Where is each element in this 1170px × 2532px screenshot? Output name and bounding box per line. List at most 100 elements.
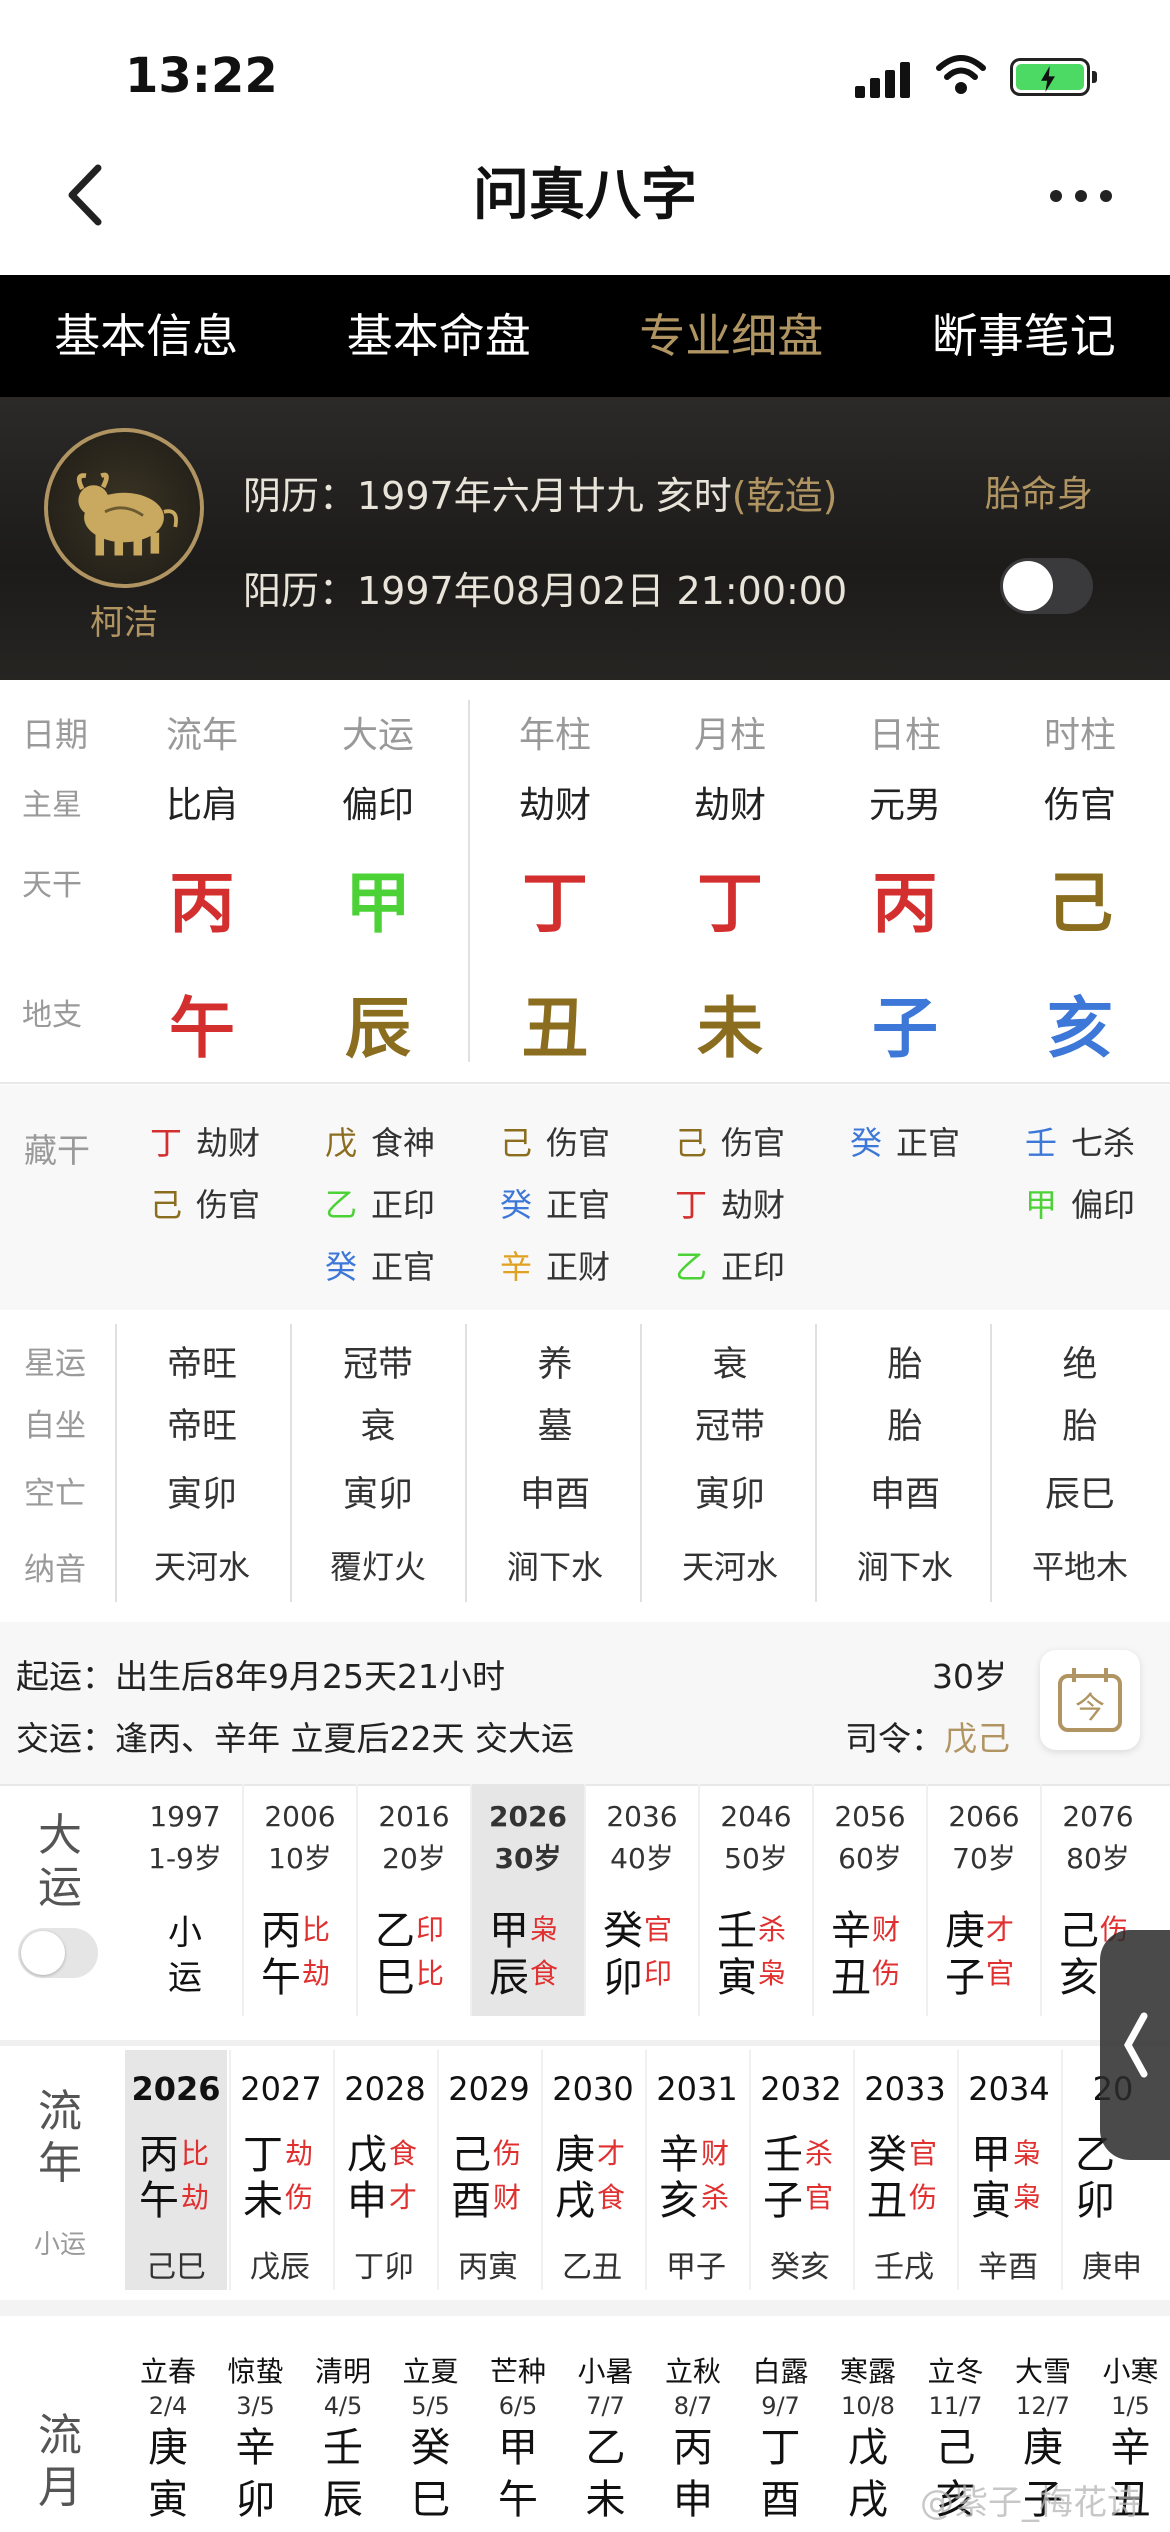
calendar-char: 今 <box>1075 1691 1105 1726</box>
canggan-stem: 己 <box>500 1124 533 1162</box>
liunian-zhi: 申 <box>347 2178 387 2224</box>
liuyue-item[interactable]: 小暑 7/7 乙未 <box>563 2350 649 2524</box>
xingyun-cell: 帝旺 <box>166 1345 237 1385</box>
watermark: @紫子_梅花诗 <box>920 2483 1141 2523</box>
liunian-xiaoyun: 辛酉 <box>978 2250 1038 2285</box>
dayun-year: 2016 <box>378 1800 450 1833</box>
liunian-xiaoyun: 壬戌 <box>874 2250 934 2285</box>
liuyue-zhi: 巳 <box>410 2477 451 2523</box>
liuyue-gan: 乙 <box>585 2425 626 2471</box>
calendar-icon: 今 <box>1058 1668 1122 1732</box>
cellular-signal-icon <box>855 60 913 98</box>
liuyue-jieqi: 清明 <box>314 2355 371 2388</box>
pillar-header: 年柱 <box>518 715 591 756</box>
canggan-item: 乙正印 <box>325 1180 435 1226</box>
liuyue-jieqi: 寒露 <box>839 2355 896 2388</box>
canggan-stem: 癸 <box>325 1248 358 1286</box>
canggan-item: 癸正官 <box>850 1118 960 1164</box>
liunian-shishen: 才 <box>389 2181 418 2214</box>
dayun-zhi: 巳 <box>375 1955 415 2001</box>
pillar-main-star: 劫财 <box>518 785 591 826</box>
pillar-dizhi: 丑 <box>522 990 588 1067</box>
liuyue-zhi: 午 <box>498 2477 538 2523</box>
xingyun-cell: 衰 <box>360 1407 396 1447</box>
pillar-main-star: 比肩 <box>165 785 238 826</box>
liunian-zhi: 寅 <box>971 2178 1011 2224</box>
liunian-shishen: 劫 <box>285 2137 314 2170</box>
liuyue-item[interactable]: 立春 2/4 庚寅 <box>125 2350 211 2524</box>
ox-icon <box>76 472 178 556</box>
canggan-stem: 癸 <box>500 1186 533 1224</box>
dayun-zhi: 辰 <box>489 1955 529 2001</box>
row-label-zhuxing: 主星 <box>22 788 82 823</box>
liunian-year: 2027 <box>240 2070 322 2108</box>
dayun-shishen: 枭 <box>530 1913 559 1946</box>
dayun-age: 30岁 <box>494 1842 562 1875</box>
xingyun-cell: 养 <box>537 1345 573 1385</box>
liuyue-label: 流月 <box>38 2410 82 2513</box>
liunian-zhi: 卯 <box>1075 2178 1115 2224</box>
dayun-year: 2076 <box>1062 1800 1134 1833</box>
liunian-xiaoyun: 甲子 <box>666 2250 726 2285</box>
liuyue-gan: 甲 <box>498 2425 538 2471</box>
ox-zodiac-avatar <box>44 428 204 588</box>
canggan-item: 己伤官 <box>500 1118 610 1164</box>
liunian-shishen: 杀 <box>805 2137 834 2170</box>
liuyue-item[interactable]: 惊蛰 3/5 辛卯 <box>213 2350 299 2524</box>
pillar-dizhi: 亥 <box>1047 990 1113 1067</box>
liuyue-jieqi: 立冬 <box>927 2355 984 2388</box>
canggan-stem: 己 <box>675 1124 708 1162</box>
dayun-year: 2046 <box>720 1800 792 1833</box>
pillar-dizhi: 未 <box>697 990 763 1067</box>
canggan-god: 劫财 <box>196 1124 261 1162</box>
profile-name: 柯洁 <box>90 603 158 643</box>
liuyue-item[interactable]: 立夏 5/5 癸巳 <box>388 2350 474 2524</box>
pillar-header: 日柱 <box>868 715 941 756</box>
pillar-tiangan: 甲 <box>345 865 411 942</box>
jiaoyun-text: 交运：逢丙、辛年 立夏后22天 交大运 <box>16 1719 574 1758</box>
side-collapse-button[interactable] <box>1100 1930 1170 2160</box>
liunian-shishen: 伤 <box>493 2137 522 2170</box>
liuyue-item[interactable]: 芒种 6/5 甲午 <box>475 2350 561 2524</box>
row-label-date: 日期 <box>22 715 88 754</box>
tab-basic-chart[interactable]: 基本命盘 <box>293 275 586 397</box>
liuyue-item[interactable]: 清明 4/5 壬辰 <box>300 2350 386 2524</box>
liuyue-gan: 庚 <box>148 2425 188 2471</box>
calendar-today-button[interactable]: 今 <box>1040 1650 1140 1750</box>
liuyue-jieqi: 小寒 <box>1102 2355 1159 2388</box>
xingyun-cell: 寅卯 <box>342 1475 413 1515</box>
liunian-shishen: 才 <box>597 2137 626 2170</box>
liuyue-date: 9/7 <box>761 2392 800 2420</box>
xingyun-cell: 涧下水 <box>506 1548 603 1586</box>
canggan-god: 正官 <box>546 1186 611 1224</box>
dayun-age: 1-9岁 <box>148 1842 222 1875</box>
tab-professional-chart[interactable]: 专业细盘 <box>585 275 878 397</box>
tab-notes[interactable]: 断事笔记 <box>878 275 1170 397</box>
liunian-year: 2028 <box>344 2070 426 2108</box>
dayun-toggle[interactable] <box>18 1928 98 1978</box>
liuyue-jieqi: 立春 <box>139 2355 196 2388</box>
liuyue-item[interactable]: 立秋 8/7 丙申 <box>650 2350 736 2524</box>
dayun-shishen: 官 <box>644 1913 673 1946</box>
liuyue-date: 3/5 <box>236 2392 275 2420</box>
canggan-item: 戊食神 <box>325 1118 435 1164</box>
liunian-xiaoyun: 庚申 <box>1082 2250 1142 2285</box>
tab-bar: 基本信息 基本命盘 专业细盘 断事笔记 <box>0 275 1170 397</box>
tab-basic-info[interactable]: 基本信息 <box>0 275 293 397</box>
app-screen: 13:22 问真八字 基本信息 基本命盘 专业细盘 断事笔记 柯洁 阴历：199… <box>0 0 1170 2532</box>
dayun-zhi: 卯 <box>603 1955 643 2001</box>
liuyue-zhi: 戌 <box>848 2477 888 2523</box>
liunian-zhi: 亥 <box>659 2178 699 2224</box>
canggan-stem: 辛 <box>500 1248 533 1286</box>
more-options-icon[interactable] <box>1050 190 1112 204</box>
dayun-age: 80岁 <box>1066 1842 1130 1875</box>
liuyue-item[interactable]: 寒露 10/8 戊戌 <box>825 2350 911 2524</box>
canggan-item: 壬七杀 <box>1025 1118 1135 1164</box>
pillar-main-star: 偏印 <box>341 785 414 826</box>
liunian-zhi: 丑 <box>867 2178 907 2224</box>
xingyun-cell: 胎 <box>887 1407 923 1447</box>
liuyue-zhi: 寅 <box>148 2477 188 2523</box>
taimingshen-toggle[interactable] <box>1000 558 1093 614</box>
liuyue-item[interactable]: 白露 9/7 丁酉 <box>738 2350 824 2524</box>
dayun-gan: 小 <box>168 1913 202 1953</box>
